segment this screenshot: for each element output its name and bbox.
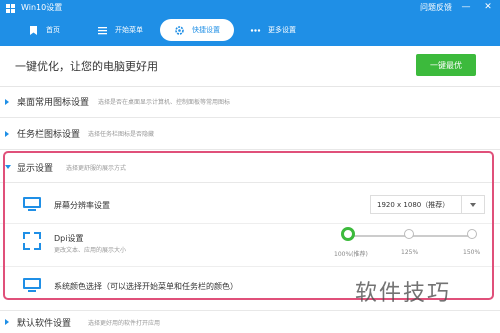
expand-arrow-icon (5, 98, 9, 105)
watermark-text: 软件技巧 (355, 281, 452, 306)
title-bar: Win10设置 问题反馈 — ✕ (0, 0, 500, 16)
close-button[interactable]: ✕ (482, 1, 494, 13)
section-title: 默认软件设置 (17, 318, 72, 329)
minimize-button[interactable]: — (460, 1, 472, 13)
section-title: 桌面常用图标设置 (17, 98, 90, 108)
expand-arrow-icon (5, 319, 9, 325)
app-title: Win10设置 (21, 3, 63, 12)
expand-arrow-icon (5, 130, 9, 137)
nav-item-quick-settings[interactable]: 快捷设置 (160, 19, 234, 41)
section-desc: 选择是否在桌面显示计算机、控制面板等常用图标 (98, 99, 231, 106)
section-desc: 选择任务栏图标是否隐藏 (88, 131, 155, 138)
optimize-banner: 一键优化，让您的电脑更好用 一键最优 (0, 46, 500, 87)
nav-label: 更多设置 (268, 26, 296, 34)
section-default-software[interactable]: 默认软件设置 选择更好用的软件打开应用 (0, 310, 500, 333)
section-title: 任务栏图标设置 (17, 130, 81, 140)
nav-item-more-settings[interactable]: 更多设置 (250, 19, 296, 41)
section-desc: 选择更好用的软件打开应用 (88, 319, 161, 327)
nav-item-start-menu[interactable]: 开始菜单 (97, 19, 143, 41)
top-bar: Win10设置 问题反馈 — ✕ 首页 开始菜单 快捷设置 更多设置 (0, 0, 500, 46)
banner-text: 一键优化，让您的电脑更好用 (15, 60, 158, 73)
windows-logo-icon (6, 4, 15, 13)
bookmark-icon (28, 25, 39, 36)
menu-icon (97, 25, 108, 36)
nav-item-home[interactable]: 首页 (28, 19, 60, 41)
more-icon (250, 25, 261, 36)
help-feedback-link[interactable]: 问题反馈 (420, 3, 452, 13)
nav-label: 开始菜单 (115, 26, 143, 34)
nav-label: 快捷设置 (192, 26, 220, 34)
section-taskbar-icons[interactable]: 任务栏图标设置 选择任务栏图标是否隐藏 (0, 118, 500, 150)
section-desktop-icons[interactable]: 桌面常用图标设置 选择是否在桌面显示计算机、控制面板等常用图标 (0, 86, 500, 118)
one-click-optimize-button[interactable]: 一键最优 (416, 54, 476, 76)
gear-icon (174, 25, 185, 36)
main-nav: 首页 开始菜单 快捷设置 更多设置 (0, 17, 500, 43)
nav-label: 首页 (46, 26, 60, 34)
